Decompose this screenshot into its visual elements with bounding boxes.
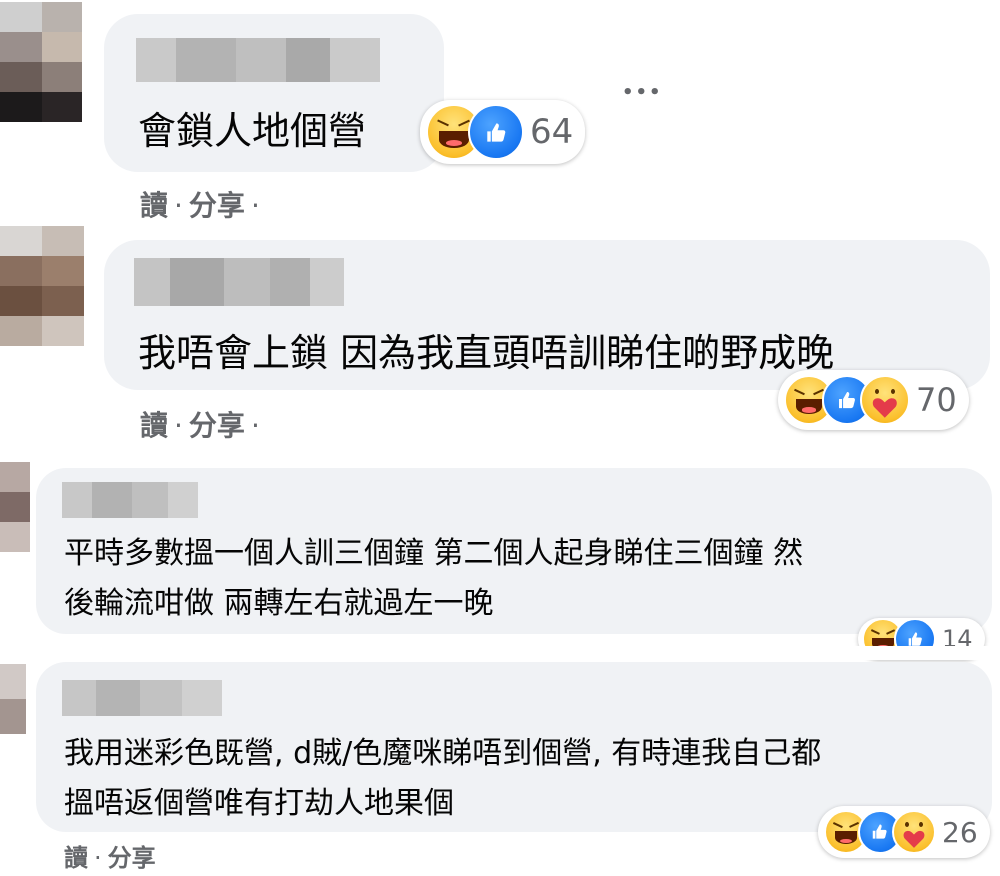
comment-text-line-1: 我用迷彩色既營, d賊/色魔咪睇唔到個營, 有時連我自己都 [64,736,822,771]
section-divider [0,646,1000,660]
like-reaction-icon [468,104,524,160]
share-link[interactable]: 分享 [108,844,156,872]
read-link[interactable]: 讀 [140,409,168,442]
author-name-blurred[interactable] [134,258,344,306]
more-options-icon[interactable]: ••• [622,82,663,103]
author-name-blurred[interactable] [136,38,380,82]
comment-text-line-2: 後輪流咁做 兩轉左右就過左一晚 [64,586,494,621]
care-reaction-icon [860,375,910,425]
avatar[interactable] [0,664,26,734]
avatar[interactable] [0,462,30,552]
avatar[interactable] [0,2,82,122]
author-name-blurred[interactable] [62,680,222,716]
author-name-blurred[interactable] [62,482,198,518]
care-reaction-icon [892,810,936,854]
share-link[interactable]: 分享 [189,409,245,442]
reaction-summary[interactable]: 70 [778,370,969,430]
comment-text: 我唔會上鎖 因為我直頭唔訓睇住啲野成晚 [138,331,835,375]
comment-actions: 讀 · 分享 · [140,189,260,222]
comment-text-line-1: 平時多數搵一個人訓三個鐘 第二個人起身睇住三個鐘 然 [64,536,804,571]
comment-text: 會鎖人地個營 [138,109,367,153]
read-link[interactable]: 讀 [64,844,88,872]
read-link[interactable]: 讀 [140,189,168,222]
reaction-count: 70 [916,381,957,419]
comment-actions: 讀 · 分享 · [140,409,260,442]
reaction-count: 26 [942,815,978,849]
avatar[interactable] [0,226,84,346]
comment-actions: 讀 · 分享 [64,844,156,872]
reaction-count: 64 [530,112,574,152]
reaction-summary[interactable]: 26 [818,806,990,858]
comment-text-line-2: 搵唔返個營唯有打劫人地果個 [64,786,454,821]
reaction-summary[interactable]: 64 [420,100,586,164]
share-link[interactable]: 分享 [189,189,245,222]
